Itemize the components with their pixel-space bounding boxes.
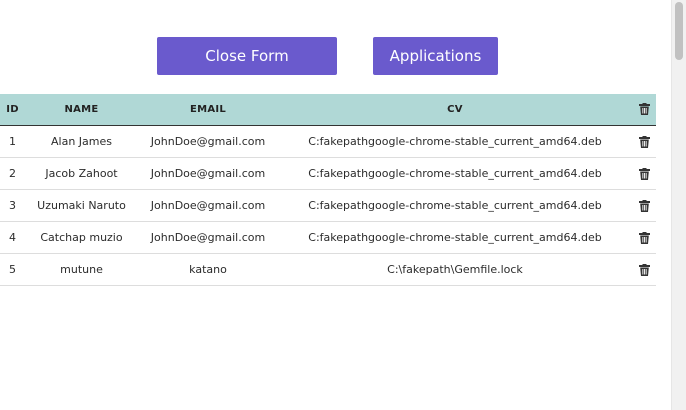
trash-icon[interactable] [638,199,650,212]
cell-name: mutune [25,253,138,286]
cell-cv: C:fakepathgoogle-chrome-stable_current_a… [278,189,632,222]
header-email: EMAIL [138,94,278,126]
scrollbar[interactable] [671,0,686,410]
trash-icon[interactable] [638,263,650,276]
cell-cv: C:\fakepath\Gemfile.lock [278,253,632,286]
page: Close Form Applications ID NAME EMAIL CV… [0,0,686,410]
trash-icon[interactable] [638,135,650,148]
cell-delete [632,253,656,286]
cell-delete [632,157,656,190]
cell-id: 5 [0,253,25,286]
trash-icon[interactable] [638,167,650,180]
cell-delete [632,189,656,222]
applications-button[interactable]: Applications [373,37,498,75]
cell-email: JohnDoe@gmail.com [138,221,278,254]
trash-icon[interactable] [638,103,650,116]
cell-email: JohnDoe@gmail.com [138,157,278,190]
trash-icon[interactable] [638,231,650,244]
cell-email: katano [138,253,278,286]
cell-cv: C:fakepathgoogle-chrome-stable_current_a… [278,157,632,190]
cell-id: 4 [0,221,25,254]
applicants-table: ID NAME EMAIL CV 1 Alan James JohnDoe@gmai… [0,94,656,286]
table-row: 3 Uzumaki Naruto JohnDoe@gmail.com C:fakepa… [0,189,656,222]
table-header-row: ID NAME EMAIL CV [0,94,656,126]
header-delete [632,94,656,126]
header-id: ID [0,94,25,126]
table-row: 5 mutune katano C:\fakepath\Gemfile.lock [0,253,656,286]
table-row: 1 Alan James JohnDoe@gmail.com C:fakepathgo… [0,125,656,158]
cell-id: 3 [0,189,25,222]
cell-name: Jacob Zahoot [25,157,138,190]
table-body: 1 Alan James JohnDoe@gmail.com C:fakepathgo… [0,125,656,286]
cell-name: Alan James [25,125,138,158]
table-row: 2 Jacob Zahoot JohnDoe@gmail.com C:fakepath… [0,157,656,190]
cell-delete [632,221,656,254]
cell-name: Uzumaki Naruto [25,189,138,222]
cell-id: 1 [0,125,25,158]
cell-email: JohnDoe@gmail.com [138,125,278,158]
header-cv: CV [278,94,632,126]
cell-delete [632,125,656,158]
cell-email: JohnDoe@gmail.com [138,189,278,222]
cell-cv: C:fakepathgoogle-chrome-stable_current_a… [278,125,632,158]
close-form-button[interactable]: Close Form [157,37,337,75]
scrollbar-thumb[interactable] [675,2,683,60]
table-row: 4 Catchap muzio JohnDoe@gmail.com C:fakepat… [0,221,656,254]
cell-name: Catchap muzio [25,221,138,254]
cell-id: 2 [0,157,25,190]
cell-cv: C:fakepathgoogle-chrome-stable_current_a… [278,221,632,254]
header-name: NAME [25,94,138,126]
